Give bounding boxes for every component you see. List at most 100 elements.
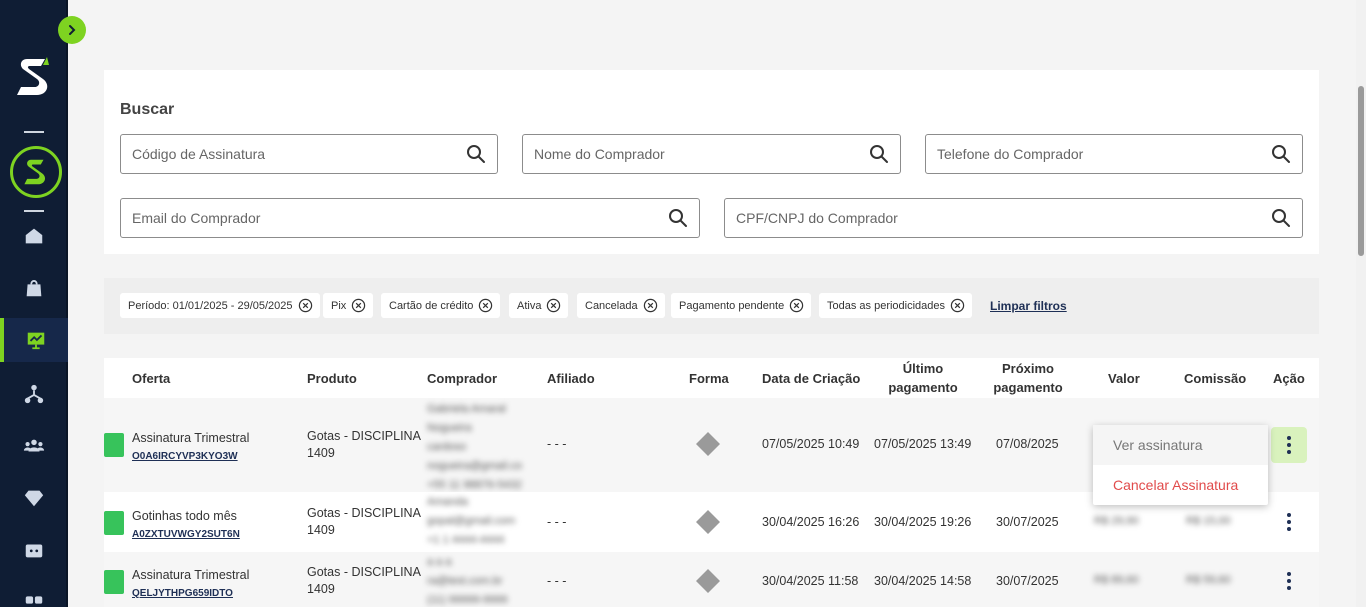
avatar[interactable] — [10, 146, 62, 198]
close-circle-icon[interactable] — [950, 298, 965, 313]
wallet-icon — [25, 544, 43, 558]
scrollbar-thumb[interactable] — [1358, 86, 1364, 256]
close-circle-icon[interactable] — [351, 298, 366, 313]
filter-chip-cancelled: Cancelada — [577, 293, 665, 318]
close-circle-icon[interactable] — [546, 298, 561, 313]
filter-chip-pending: Pagamento pendente — [671, 293, 812, 318]
product-name: Gotas - DISCIPLINA — [307, 429, 421, 443]
search-icon[interactable] — [1271, 208, 1291, 228]
page-scrollbar[interactable] — [1356, 0, 1366, 607]
network-icon — [24, 384, 44, 404]
row-actions-button[interactable] — [1271, 427, 1307, 463]
sidebar-toggle-button[interactable] — [58, 16, 86, 44]
commission-blurred: R$ 59,60 — [1186, 574, 1231, 586]
product-name: Gotas - DISCIPLINA — [307, 565, 421, 579]
last-payment-date: 30/04/2025 19:26 — [874, 515, 972, 529]
sidebar-item-home[interactable] — [0, 214, 68, 258]
column-header-affiliate: Afiliado — [547, 371, 595, 386]
column-header-offer: Oferta — [132, 371, 171, 386]
buyer-document-field[interactable] — [724, 198, 1303, 238]
offer-code-link[interactable]: A0ZXTUVWGY2SUT6N — [132, 526, 240, 543]
table-header: Oferta Produto Comprador Afiliado Forma … — [104, 358, 1319, 398]
close-circle-icon[interactable] — [643, 298, 658, 313]
offer-cell: Assinatura Trimestral QELJYTHPG659IDTO — [132, 567, 249, 602]
column-header-created: Data de Criação — [762, 371, 861, 386]
buyer-email-input[interactable] — [132, 210, 668, 226]
clear-filters-link[interactable]: Limpar filtros — [990, 299, 1067, 313]
product-id: 1409 — [307, 523, 335, 537]
pix-icon — [696, 569, 720, 593]
offer-name: Assinatura Trimestral — [132, 568, 250, 582]
created-date: 30/04/2025 11:58 — [762, 574, 859, 588]
buyer-phone-field[interactable] — [925, 134, 1303, 174]
table-row: Assinatura Trimestral QELJYTHPG659IDTO G… — [104, 552, 1319, 607]
product-name: Gotas - DISCIPLINA — [307, 506, 421, 520]
search-icon[interactable] — [869, 144, 889, 164]
filter-chip-periodicity: Todas as periodicidades — [819, 293, 973, 318]
sidebar-item-users[interactable] — [0, 424, 68, 468]
buyer-line: gopal@gmail.com — [427, 515, 516, 527]
created-date: 30/04/2025 16:26 — [762, 515, 860, 529]
affiliate-cell: - - - — [547, 437, 567, 451]
offer-cell: Gotinhas todo mês A0ZXTUVWGY2SUT6N — [132, 508, 240, 543]
commission-blurred: R$ 15,00 — [1186, 515, 1231, 527]
sidebar-item-affiliates[interactable] — [0, 372, 68, 416]
sidebar-item-products[interactable] — [0, 266, 68, 310]
filter-chip-label: Todas as periodicidades — [827, 299, 946, 312]
filter-chip-label: Ativa — [517, 299, 542, 312]
affiliate-cell: - - - — [547, 515, 567, 529]
buyer-line: Amanda — [427, 496, 468, 508]
search-title: Buscar — [120, 101, 175, 118]
offer-code-link[interactable]: O0A6IRCYVP3KYO3W — [132, 448, 249, 465]
buyer-cell-blurred: Amanda gopal@gmail.com +1 1 4444-4444 — [427, 493, 515, 550]
product-id: 1409 — [307, 582, 335, 596]
column-header-action: Ação — [1273, 371, 1305, 386]
buyer-document-input[interactable] — [736, 210, 1271, 226]
buyer-line: a a a — [427, 556, 452, 568]
close-circle-icon[interactable] — [298, 298, 313, 313]
column-header-product: Produto — [307, 371, 357, 386]
sidebar-divider — [24, 210, 44, 212]
offer-code-link[interactable]: QELJYTHPG659IDTO — [132, 585, 249, 602]
view-subscription-menu-item[interactable]: Ver assinatura — [1093, 425, 1268, 465]
filter-chip-label: Período: 01/01/2025 - 29/05/2025 — [128, 299, 293, 312]
value-blurred: R$ 89,60 — [1094, 574, 1139, 586]
column-header-value: Valor — [1108, 371, 1140, 386]
diamond-icon — [24, 490, 44, 507]
filter-chip-label: Cartão de crédito — [389, 299, 474, 312]
sidebar-divider — [24, 131, 44, 133]
buyer-cell-blurred: a a a ra@test.com.br (11) 99999-9999 — [427, 553, 508, 607]
search-icon[interactable] — [1271, 144, 1291, 164]
search-icon[interactable] — [466, 144, 486, 164]
close-circle-icon[interactable] — [478, 298, 493, 313]
filter-chip-label: Cancelada — [585, 299, 638, 312]
next-payment-date: 30/07/2025 — [996, 574, 1059, 588]
search-icon[interactable] — [668, 208, 688, 228]
sidebar-item-diamond[interactable] — [0, 476, 68, 520]
sidebar-item-subscriptions[interactable] — [0, 318, 68, 362]
subscription-code-field[interactable] — [120, 134, 498, 174]
row-actions-button[interactable] — [1271, 504, 1307, 540]
filter-chip-label: Pagamento pendente — [679, 299, 785, 312]
filter-chip-credit-card: Cartão de crédito — [381, 293, 501, 318]
close-circle-icon[interactable] — [789, 298, 804, 313]
buyer-name-field[interactable] — [522, 134, 901, 174]
next-payment-date: 30/07/2025 — [996, 515, 1059, 529]
sidebar-item-apps[interactable] — [0, 578, 68, 607]
column-header-line: Último — [902, 361, 944, 376]
subscription-code-input[interactable] — [132, 146, 466, 162]
buyer-email-field[interactable] — [120, 198, 700, 238]
buyer-line: Nogueira — [427, 422, 472, 434]
buyer-name-input[interactable] — [534, 146, 869, 162]
row-actions-button[interactable] — [1271, 563, 1307, 599]
filter-chip-active: Ativa — [509, 293, 569, 318]
cancel-subscription-menu-item[interactable]: Cancelar Assinatura — [1093, 465, 1268, 505]
sidebar-item-wallet[interactable] — [0, 528, 68, 572]
offer-name: Assinatura Trimestral — [132, 431, 250, 445]
column-header-buyer: Comprador — [427, 371, 498, 386]
buyer-line: ra@test.com.br — [427, 575, 503, 587]
buyer-phone-input[interactable] — [937, 146, 1271, 162]
column-header-method: Forma — [689, 371, 729, 386]
row-actions-menu: Ver assinatura Cancelar Assinatura — [1093, 425, 1268, 505]
column-header-next-payment: Próximo pagamento — [993, 359, 1063, 397]
